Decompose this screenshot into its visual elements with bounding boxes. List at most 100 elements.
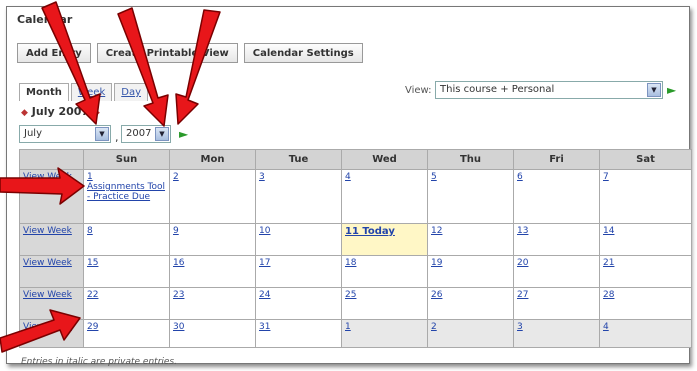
day-header: Fri — [513, 149, 600, 170]
day-link[interactable]: 21 — [603, 258, 614, 268]
view-go-icon[interactable]: ► — [667, 83, 679, 97]
day-link[interactable]: 4 — [345, 172, 351, 182]
day-link[interactable]: 12 — [431, 226, 442, 236]
day-link[interactable]: 16 — [173, 258, 184, 268]
day-cell: 15 — [83, 255, 170, 288]
year-select-value: 2007 — [126, 128, 152, 139]
day-link[interactable]: 3 — [517, 322, 523, 332]
day-link[interactable]: 25 — [345, 290, 356, 300]
day-link[interactable]: 26 — [431, 290, 442, 300]
view-filter-select[interactable]: This course + Personal ▼ — [435, 81, 663, 99]
day-link[interactable]: 27 — [517, 290, 528, 300]
day-link[interactable]: 24 — [259, 290, 270, 300]
day-link[interactable]: 14 — [603, 226, 614, 236]
tab-month[interactable]: Month — [19, 83, 69, 101]
event-link[interactable]: Assignments Tool - Practice Due — [87, 182, 165, 202]
view-week-link[interactable]: View Week — [23, 322, 72, 332]
day-link[interactable]: 29 — [87, 322, 98, 332]
week-row: View Week 29 30 31 1 2 3 4 — [19, 319, 692, 348]
day-cell: 31 — [255, 319, 342, 348]
view-filter-value: This course + Personal — [440, 84, 555, 95]
day-link[interactable]: 19 — [431, 258, 442, 268]
day-cell: 25 — [341, 287, 428, 320]
day-link[interactable]: 1 — [87, 172, 93, 182]
day-link[interactable]: 23 — [173, 290, 184, 300]
day-link[interactable]: 30 — [173, 322, 184, 332]
day-link[interactable]: 20 — [517, 258, 528, 268]
create-printable-view-button[interactable]: Create Printable View — [96, 43, 238, 63]
date-go-icon[interactable]: ► — [179, 127, 191, 141]
view-week-link[interactable]: View Week — [23, 172, 72, 182]
day-cell: 1 Assignments Tool - Practice Due — [83, 169, 170, 224]
calendar-window: Calendar Add Entry Create Printable View… — [6, 6, 692, 367]
day-link[interactable]: 7 — [603, 172, 609, 182]
day-link[interactable]: 9 — [173, 226, 179, 236]
year-select[interactable]: 2007 ▼ — [121, 125, 171, 143]
day-cell: 6 — [513, 169, 600, 224]
day-cell: 23 — [169, 287, 256, 320]
day-cell: 13 — [513, 223, 600, 256]
tab-week[interactable]: Week — [70, 83, 113, 101]
day-cell: 27 — [513, 287, 600, 320]
day-header: Sat — [599, 149, 692, 170]
view-label: View: — [405, 85, 432, 96]
day-cell: 16 — [169, 255, 256, 288]
day-link[interactable]: 31 — [259, 322, 270, 332]
week-cell: View Week — [19, 255, 84, 288]
month-select[interactable]: July ▼ — [19, 125, 111, 143]
day-link[interactable]: 8 — [87, 226, 93, 236]
day-link[interactable]: 4 — [603, 322, 609, 332]
day-cell: 14 — [599, 223, 692, 256]
day-link[interactable]: 22 — [87, 290, 98, 300]
week-cell: View Week — [19, 223, 84, 256]
day-cell: 29 — [83, 319, 170, 348]
day-header: Sun — [83, 149, 170, 170]
day-cell: 18 — [341, 255, 428, 288]
day-link[interactable]: 18 — [345, 258, 356, 268]
week-cell: View Week — [19, 287, 84, 320]
day-cell: 5 — [427, 169, 514, 224]
prev-month-icon[interactable]: ◆ — [21, 108, 28, 118]
month-header-text: July 2007 — [31, 105, 90, 118]
chevron-down-icon[interactable]: ▼ — [155, 127, 169, 141]
day-link[interactable]: 2 — [431, 322, 437, 332]
day-cell: 7 — [599, 169, 692, 224]
view-week-link[interactable]: View Week — [23, 258, 72, 268]
day-link[interactable]: 1 — [345, 322, 351, 332]
next-month-icon[interactable]: ◆ — [93, 108, 100, 118]
view-week-link[interactable]: View Week — [23, 226, 72, 236]
chevron-down-icon[interactable]: ▼ — [647, 83, 661, 97]
day-link[interactable]: 10 — [259, 226, 270, 236]
day-cell: 1 — [341, 319, 428, 348]
week-row: View Week 15 16 17 18 19 20 21 — [19, 255, 692, 288]
day-cell: 19 — [427, 255, 514, 288]
day-cell: 4 — [341, 169, 428, 224]
day-header: Mon — [169, 149, 256, 170]
day-header-row: Sun Mon Tue Wed Thu Fri Sat — [19, 149, 692, 170]
today-link[interactable]: 11 Today — [345, 226, 395, 237]
day-link[interactable]: 6 — [517, 172, 523, 182]
day-link[interactable]: 28 — [603, 290, 614, 300]
day-cell: 28 — [599, 287, 692, 320]
today-cell: 11 Today — [341, 223, 428, 256]
day-cell: 17 — [255, 255, 342, 288]
add-entry-button[interactable]: Add Entry — [17, 43, 91, 63]
day-header: Wed — [341, 149, 428, 170]
day-link[interactable]: 15 — [87, 258, 98, 268]
day-link[interactable]: 3 — [259, 172, 265, 182]
week-cell: View Week — [19, 169, 84, 224]
month-header: ◆ July 2007 ◆ — [21, 105, 100, 118]
calendar-grid: Sun Mon Tue Wed Thu Fri Sat View Week 1 … — [19, 149, 692, 348]
day-link[interactable]: 5 — [431, 172, 437, 182]
week-row: View Week 1 Assignments Tool - Practice … — [19, 169, 692, 224]
day-link[interactable]: 13 — [517, 226, 528, 236]
week-column-header — [19, 149, 84, 170]
view-week-link[interactable]: View Week — [23, 290, 72, 300]
day-link[interactable]: 17 — [259, 258, 270, 268]
week-row: View Week 8 9 10 11 Today 12 13 14 — [19, 223, 692, 256]
tab-day[interactable]: Day — [114, 83, 148, 101]
calendar-settings-button[interactable]: Calendar Settings — [243, 43, 363, 63]
chevron-down-icon[interactable]: ▼ — [95, 127, 109, 141]
day-link[interactable]: 2 — [173, 172, 179, 182]
day-cell: 2 — [169, 169, 256, 224]
